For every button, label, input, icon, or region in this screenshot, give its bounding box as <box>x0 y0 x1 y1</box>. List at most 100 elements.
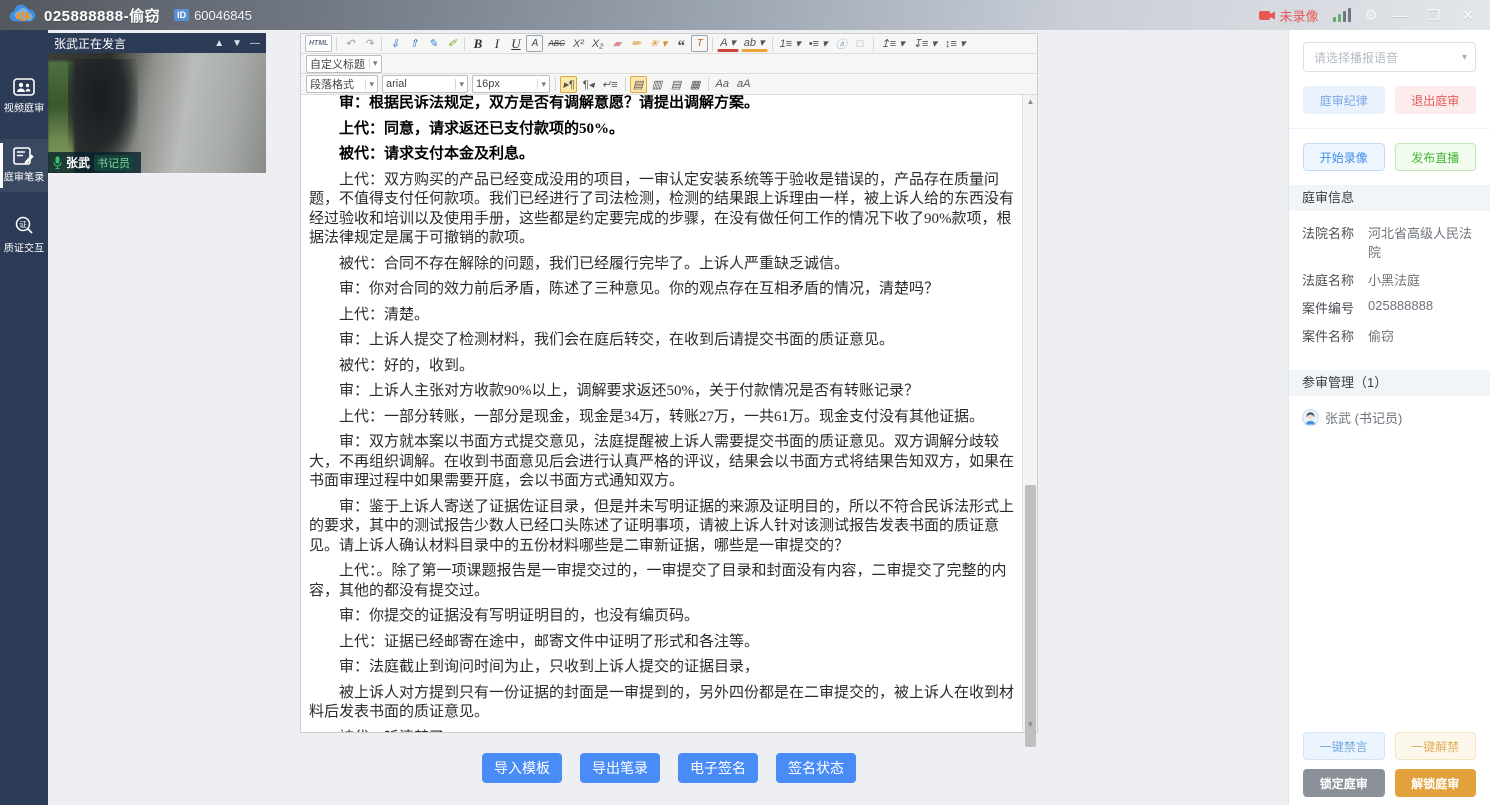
export-transcript-button[interactable]: 导出笔录 <box>580 753 660 783</box>
align-center-button[interactable]: ▥ <box>649 76 666 93</box>
align-right-button[interactable]: ▤ <box>668 76 685 93</box>
import-doc-icon[interactable]: ⇓ <box>386 35 403 52</box>
publish-live-button[interactable]: 发布直播 <box>1395 143 1477 171</box>
paragraph-dir-button[interactable]: ↧≡ ▾ <box>910 35 940 52</box>
toolbar-button[interactable] <box>336 37 337 51</box>
maximize-button[interactable]: ❐ <box>1426 7 1442 24</box>
sign-pen-icon[interactable]: ✐ <box>443 35 460 52</box>
custom-heading-select[interactable]: 自定义标题▾ <box>306 55 382 73</box>
ltr-button[interactable]: ▸¶ <box>560 76 577 93</box>
paste-text-icon[interactable]: T <box>691 35 708 52</box>
toolbar-button[interactable] <box>464 37 465 51</box>
transcript-paragraph: 上代：一部分转账，一部分是现金，现金是34万，转账27万，一共61万。现金支付没… <box>309 408 1014 428</box>
strikethrough-button[interactable]: ABC <box>545 35 567 52</box>
svg-text:证: 证 <box>19 220 27 229</box>
transcript-paragraph: 审：上诉人提交了检测材料，我们会在庭后转交，在收到后请提交书面的质证意见。 <box>309 331 1014 351</box>
export-doc-icon[interactable]: ⇑ <box>405 35 422 52</box>
highlight-color-button[interactable]: ab ▾ <box>741 35 768 52</box>
participant-row[interactable]: 张武 (书记员) <box>1289 396 1490 439</box>
line-height-button[interactable]: ↕≡ ▾ <box>942 35 969 52</box>
transcript-editor: HTML ↶↷ ⇓⇑✎✐ BIUAABCX²X₂▰✏✳ ▾“T A ▾ab ▾ 1≡ ▾•… <box>300 33 1038 733</box>
toolbar-button[interactable] <box>772 37 773 51</box>
editor-toolbar-row1: HTML ↶↷ ⇓⇑✎✐ BIUAABCX²X₂▰✏✳ ▾“T A ▾ab ▾ 1≡ ▾•… <box>301 34 1037 54</box>
italic-button[interactable]: I <box>488 35 505 52</box>
left-sidebar: 视频庭审 庭审笔录 证 质证交互 <box>0 30 48 805</box>
court-record-icon <box>13 147 35 165</box>
edit-pencil-icon[interactable]: ✎ <box>424 35 441 52</box>
scroll-up-icon[interactable]: ▲ <box>1023 95 1038 109</box>
toolbar-button[interactable] <box>708 77 709 91</box>
scrollbar-thumb[interactable] <box>1025 485 1036 747</box>
unmute-all-button[interactable]: 一键解禁 <box>1395 732 1477 760</box>
sidebar-item-court-record[interactable]: 庭审笔录 <box>0 139 48 192</box>
session-id: 60046845 <box>194 8 252 23</box>
transcript-paragraph: 上代：清楚。 <box>309 306 1014 326</box>
toolbar-button[interactable] <box>625 77 626 91</box>
align-left-button[interactable]: ▤ <box>630 76 647 93</box>
char-border-button[interactable]: A <box>526 35 543 52</box>
font-family-select[interactable]: arial▾ <box>382 75 468 93</box>
blockquote-button[interactable]: “ <box>672 35 689 52</box>
transcript-paragraph: 审：法庭截止到询问时间为止，只收到上诉人提交的证据目录， <box>309 658 1014 678</box>
ordered-list-button[interactable]: 1≡ ▾ <box>777 35 804 52</box>
font-size-select[interactable]: 16px▾ <box>472 75 550 93</box>
eraser-icon[interactable]: ▰ <box>608 35 625 52</box>
new-page-button[interactable]: □ <box>852 35 869 52</box>
redo-icon[interactable]: ↷ <box>360 35 377 52</box>
transcript-paragraph: 上代：。除了第一项课题报告是一审提交过的，一审提交了目录和封面没有内容，二审提交… <box>309 562 1014 601</box>
editor-scrollbar[interactable]: ▲ ▼ <box>1022 95 1037 732</box>
signature-status-button[interactable]: 签名状态 <box>776 753 856 783</box>
transcript-paragraph: 被代：请求支付本金及利息。 <box>309 145 1014 165</box>
id-badge: ID <box>174 9 189 21</box>
transcript-paragraph: 被代：听清楚了。 <box>309 729 1014 733</box>
info-row: 案件名称 偷窃 <box>1302 326 1477 345</box>
panel-minimize-icon[interactable]: — <box>250 38 260 49</box>
transcript-paragraph: 上代：证据已经邮寄在途中，邮寄文件中证明了形式和各注等。 <box>309 633 1014 653</box>
network-signal-icon <box>1333 8 1351 22</box>
video-panel-header: 张武正在发言 ▲ ▼ — <box>48 33 266 53</box>
subscript-button[interactable]: X₂ <box>589 35 607 52</box>
scroll-down-icon[interactable]: ▼ <box>1023 718 1038 732</box>
toolbar-button[interactable] <box>873 37 874 51</box>
clean-format-icon[interactable]: ✳ ▾ <box>646 35 670 52</box>
transcript-content-area[interactable]: 审：根据民诉法规定，双方是否有调解意愿？请提出调解方案。上代：同意，请求返还已支… <box>301 95 1022 732</box>
anchor-button[interactable]: ⓐ <box>833 35 850 52</box>
close-button[interactable]: ✕ <box>1460 7 1476 24</box>
import-template-button[interactable]: 导入模板 <box>482 753 562 783</box>
format-brush-icon[interactable]: ✏ <box>627 35 644 52</box>
court-discipline-button[interactable]: 庭审纪律 <box>1303 86 1385 114</box>
lowercase-button[interactable]: aA <box>734 76 753 93</box>
minimize-button[interactable]: — <box>1392 7 1408 24</box>
indent-button[interactable]: ↥≡ ▾ <box>878 35 908 52</box>
superscript-button[interactable]: X² <box>570 35 587 52</box>
underline-button[interactable]: U <box>507 35 524 52</box>
font-color-button[interactable]: A ▾ <box>717 35 739 52</box>
collapse-up-icon[interactable]: ▲ <box>214 38 224 49</box>
sidebar-item-evidence-exchange[interactable]: 证 质证交互 <box>0 208 48 263</box>
speaking-status-text: 张武正在发言 <box>54 35 214 52</box>
uppercase-button[interactable]: Aa <box>713 76 732 93</box>
rtl-button[interactable]: ¶◂ <box>579 76 596 93</box>
mute-all-button[interactable]: 一键禁言 <box>1303 732 1385 760</box>
e-signature-button[interactable]: 电子签名 <box>678 753 758 783</box>
toolbar-button[interactable] <box>381 37 382 51</box>
paragraph-format-select[interactable]: 段落格式▾ <box>306 75 378 93</box>
undo-icon[interactable]: ↶ <box>341 35 358 52</box>
align-justify-button[interactable]: ▦ <box>687 76 704 93</box>
unlock-court-button[interactable]: 解锁庭审 <box>1395 769 1477 797</box>
broadcast-voice-select[interactable]: 请选择播报语音 ▾ <box>1303 42 1476 72</box>
bold-button[interactable]: B <box>469 35 486 52</box>
camera-icon <box>1259 10 1275 21</box>
html-source-button[interactable]: HTML <box>305 35 332 52</box>
toolbar-button[interactable] <box>712 37 713 51</box>
window-title: 025888888-偷窃 <box>44 5 160 26</box>
exit-court-button[interactable]: 退出庭审 <box>1395 86 1477 114</box>
unordered-list-button[interactable]: •≡ ▾ <box>806 35 831 52</box>
start-recording-button[interactable]: 开始录像 <box>1303 143 1385 171</box>
settings-gear-icon[interactable]: ⚙ <box>1365 6 1378 24</box>
collapse-down-icon[interactable]: ▼ <box>232 38 242 49</box>
text-wrap-button[interactable]: ↵≡ <box>599 76 621 93</box>
speaker-name: 张武 <box>66 154 90 171</box>
sidebar-item-video-court[interactable]: 视频庭审 <box>0 70 48 123</box>
lock-court-button[interactable]: 锁定庭审 <box>1303 769 1385 797</box>
